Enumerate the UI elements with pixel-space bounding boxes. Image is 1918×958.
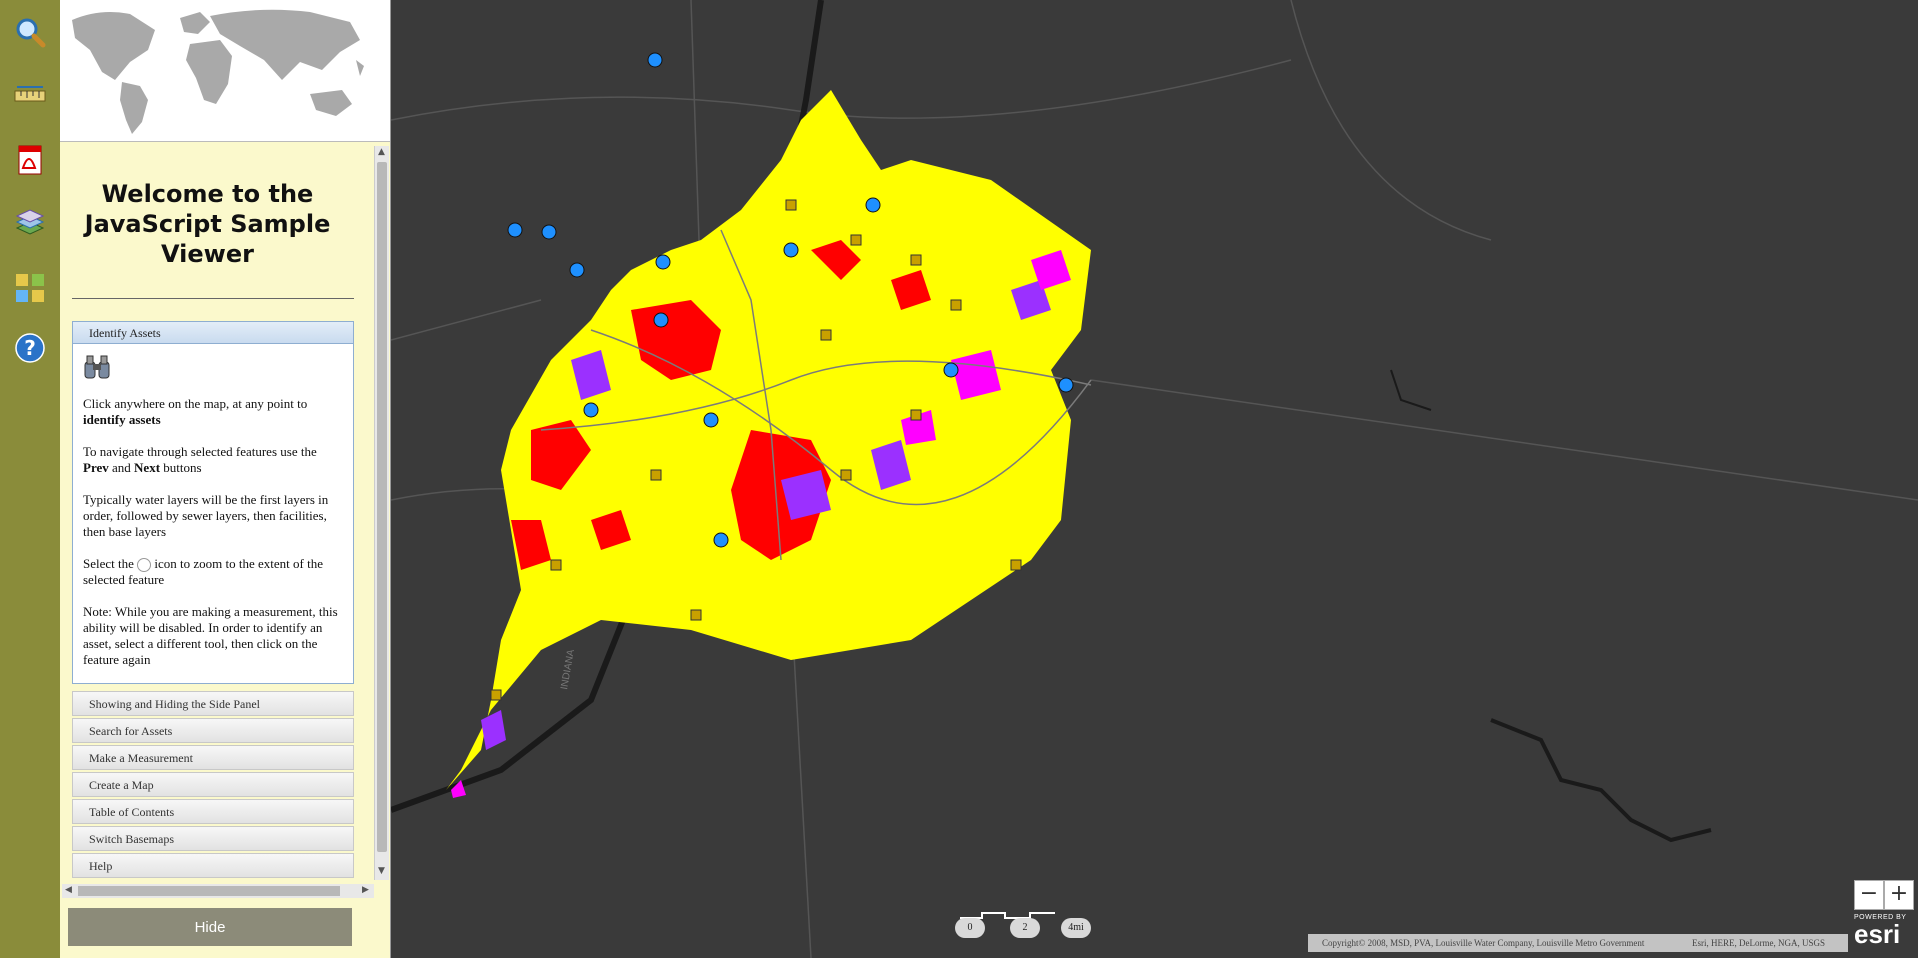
svg-text:?: ? xyxy=(24,336,36,360)
accordion-item-switch-basemaps[interactable]: Switch Basemaps xyxy=(72,826,354,851)
welcome-title: Welcome to the JavaScript Sample Viewer xyxy=(84,180,331,268)
identify-paragraph-4: Select the icon to zoom to the extent of… xyxy=(83,556,323,588)
search-icon[interactable] xyxy=(12,14,48,50)
accordion-item-search-assets[interactable]: Search for Assets xyxy=(72,718,354,743)
hide-panel-button[interactable]: Hide xyxy=(68,908,352,946)
scroll-up-icon[interactable]: ▲ xyxy=(378,147,385,157)
panel-content: Welcome to the JavaScript Sample Viewer … xyxy=(60,141,376,887)
layers-icon[interactable] xyxy=(12,206,48,242)
zoom-in-button[interactable]: + xyxy=(1884,880,1914,910)
world-map-graphic xyxy=(72,9,364,134)
accordion-item-measurement[interactable]: Make a Measurement xyxy=(72,745,354,770)
scale-label-0: 0 xyxy=(955,918,985,938)
horizontal-scroll-thumb[interactable] xyxy=(78,886,340,896)
scroll-left-icon[interactable]: ◀ xyxy=(65,885,72,895)
scale-label-4mi: 4mi xyxy=(1061,918,1091,938)
overview-map[interactable] xyxy=(60,0,390,142)
map-attribution: Copyright© 2008, MSD, PVA, Louisville Wa… xyxy=(1308,934,1848,952)
accordion-item-table-of-contents[interactable]: Table of Contents xyxy=(72,799,354,824)
scale-label-2: 2 xyxy=(1010,918,1040,938)
identify-paragraph-3: Typically water layers will be the first… xyxy=(83,492,329,539)
accordion-item-show-hide-panel[interactable]: Showing and Hiding the Side Panel xyxy=(72,691,354,716)
vertical-scroll-thumb[interactable] xyxy=(377,162,387,852)
attribution-copyright: Copyright© 2008, MSD, PVA, Louisville Wa… xyxy=(1322,938,1645,948)
accordion-item-create-map[interactable]: Create a Map xyxy=(72,772,354,797)
identify-paragraph-1: Click anywhere on the map, at any point … xyxy=(83,396,308,427)
accordion-body-identify-assets: Click anywhere on the map, at any point … xyxy=(72,344,354,684)
esri-logo-text: esri xyxy=(1854,919,1901,949)
divider xyxy=(72,298,354,299)
identify-paragraph-5: Note: While you are making a measurement… xyxy=(83,604,338,668)
scroll-down-icon[interactable]: ▼ xyxy=(378,866,385,876)
zoom-out-button[interactable]: − xyxy=(1854,880,1884,910)
scroll-right-icon[interactable]: ▶ xyxy=(362,885,369,895)
esri-logo: POWERED BY esri xyxy=(1854,914,1910,954)
pdf-icon[interactable] xyxy=(12,142,48,178)
left-toolbar: ? xyxy=(0,0,60,958)
binoculars-icon xyxy=(83,354,343,384)
help-icon[interactable]: ? xyxy=(12,330,48,366)
zoom-extent-icon xyxy=(137,558,152,573)
accordion-header-identify-assets[interactable]: Identify Assets xyxy=(72,321,354,344)
map-canvas[interactable]: INDIANA xyxy=(391,0,1918,958)
identify-paragraph-2: To navigate through selected features us… xyxy=(83,444,317,475)
basemaps-icon[interactable] xyxy=(12,270,48,306)
horizontal-scrollbar[interactable]: ◀ ▶ xyxy=(62,884,374,898)
vertical-scrollbar[interactable]: ▲ ▼ xyxy=(374,146,389,880)
measure-ruler-icon[interactable] xyxy=(12,78,48,114)
side-panel: Welcome to the JavaScript Sample Viewer … xyxy=(60,0,391,958)
accordion-item-help[interactable]: Help xyxy=(72,853,354,878)
attribution-sources: Esri, HERE, DeLorme, NGA, USGS xyxy=(1692,938,1825,948)
map-view[interactable]: INDIANA xyxy=(391,0,1918,958)
